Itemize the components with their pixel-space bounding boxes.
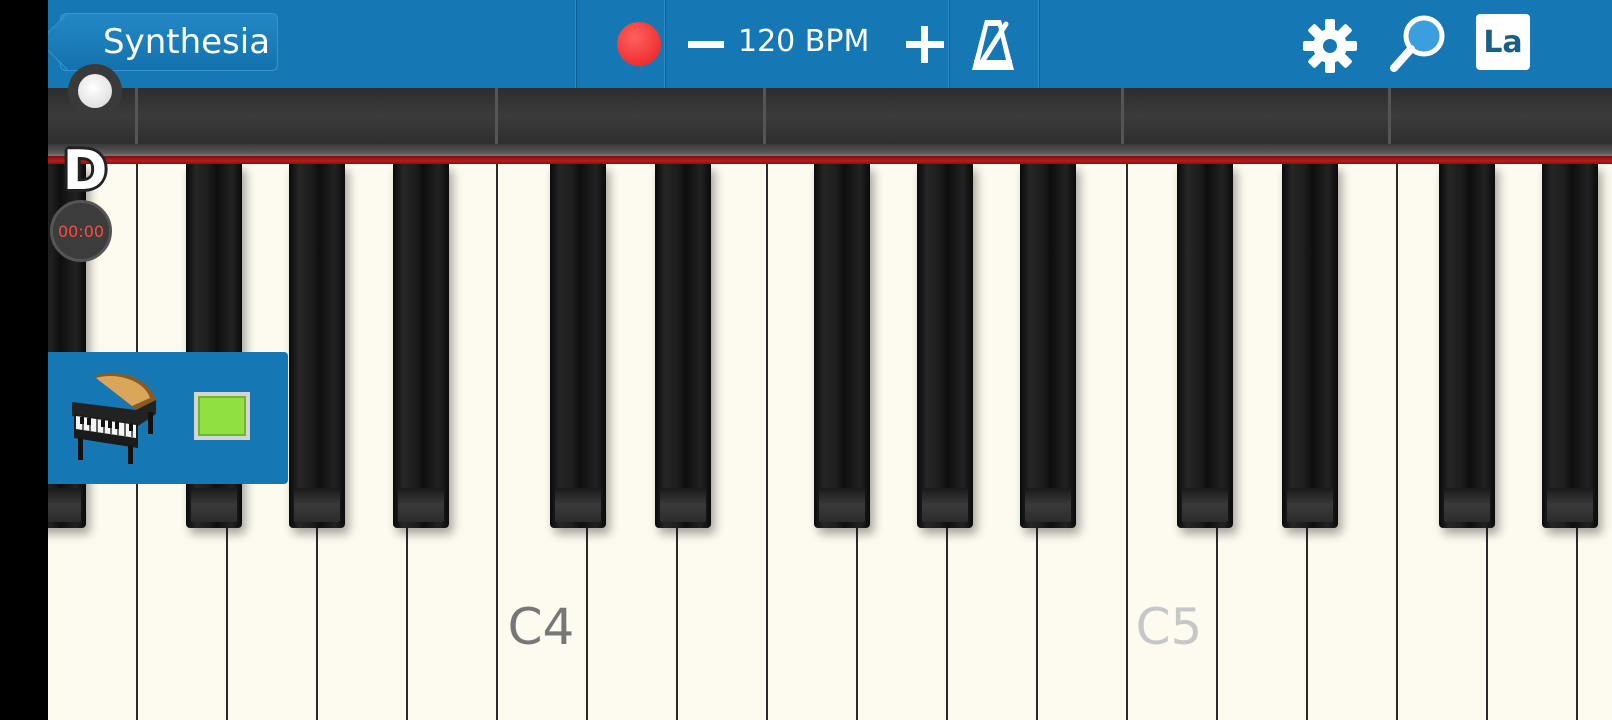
black-key[interactable]: [289, 164, 345, 528]
timeline-tick: [763, 88, 766, 144]
tempo-increase-button[interactable]: [903, 20, 947, 68]
gear-icon: [1303, 19, 1357, 73]
magnifier-icon: [1390, 15, 1445, 72]
language-button[interactable]: La: [1476, 14, 1530, 70]
timeline-tick: [495, 88, 498, 144]
metronome-icon: [972, 20, 1014, 70]
black-key[interactable]: [1282, 164, 1338, 528]
key-label-c4: C4: [507, 598, 575, 656]
toolbar-divider: [664, 0, 665, 88]
black-key[interactable]: [655, 164, 711, 528]
tempo-decrease-button[interactable]: [684, 20, 728, 68]
track-color-swatch[interactable]: [194, 392, 250, 440]
black-key[interactable]: [917, 164, 973, 528]
black-key[interactable]: [1020, 164, 1076, 528]
settings-button[interactable]: [1300, 16, 1360, 76]
app-window: Synthesia 120 BPM La C4 C5 D 00:00: [48, 0, 1612, 720]
back-button-label: Synthesia: [103, 22, 271, 62]
record-button[interactable]: [617, 22, 661, 66]
metronome-button[interactable]: [968, 16, 1018, 74]
tempo-readout: 120 BPM: [738, 24, 870, 59]
grand-piano-icon: [72, 373, 156, 464]
back-button[interactable]: Synthesia: [60, 13, 278, 71]
black-key[interactable]: [1177, 164, 1233, 528]
key-felt: [48, 156, 1612, 164]
timeline-tick: [135, 88, 138, 144]
top-toolbar: Synthesia 120 BPM La: [48, 0, 1612, 88]
instrument-button[interactable]: [66, 366, 162, 466]
search-button[interactable]: [1386, 12, 1450, 76]
difficulty-badge: D: [62, 139, 108, 202]
elapsed-timer: 00:00: [50, 200, 112, 262]
black-key[interactable]: [1542, 164, 1598, 528]
playback-scrub-knob[interactable]: [68, 64, 122, 118]
toolbar-divider: [1038, 0, 1039, 88]
black-key[interactable]: [550, 164, 606, 528]
track-panel: [48, 352, 288, 484]
black-key[interactable]: [1439, 164, 1495, 528]
key-label-c5: C5: [1135, 598, 1203, 656]
timeline-tick: [1121, 88, 1124, 144]
timeline-tick: [1388, 88, 1391, 144]
black-key[interactable]: [814, 164, 870, 528]
black-key[interactable]: [393, 164, 449, 528]
toolbar-divider: [948, 0, 949, 88]
toolbar-divider: [575, 0, 576, 88]
song-timeline[interactable]: [48, 88, 1612, 144]
